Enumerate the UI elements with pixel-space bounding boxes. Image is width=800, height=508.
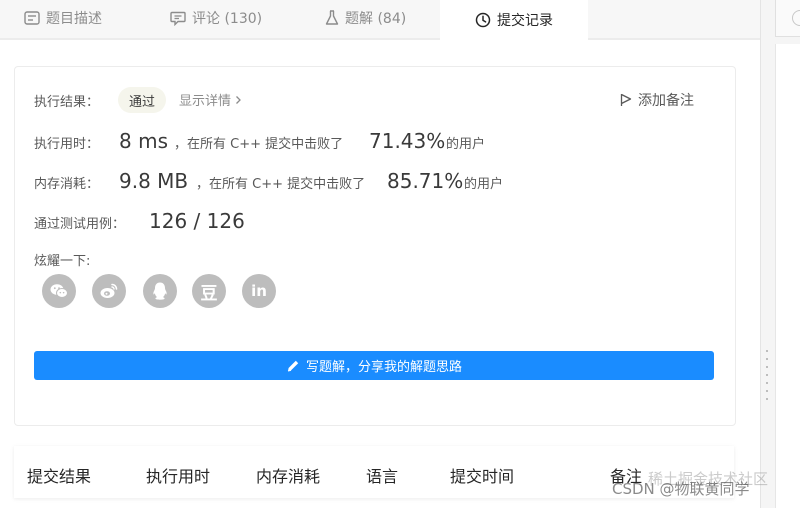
tab-label: 提交记录 <box>497 13 553 29</box>
add-note-button[interactable]: 添加备注 <box>620 90 694 110</box>
tab-solutions[interactable]: 题解 (84) <box>325 0 406 36</box>
write-solution-button[interactable]: 写题解，分享我的解题思路 <box>34 351 714 380</box>
tab-label: 题解 (84) <box>345 11 407 27</box>
runtime-suffix: 的用户 <box>446 137 486 152</box>
linkedin-icon[interactable]: in <box>242 274 276 308</box>
runtime-label: 执行用时： <box>34 137 100 152</box>
chevron-right-icon <box>236 95 241 104</box>
runtime-description: ，在所有 C++ 提交中击败了 <box>174 137 344 152</box>
flask-icon <box>325 10 339 25</box>
runtime-value: 8 ms <box>119 129 168 153</box>
write-solution-label: 写题解，分享我的解题思路 <box>305 360 462 375</box>
side-panel <box>760 0 800 508</box>
tab-comments[interactable]: 评论 (130) <box>170 0 262 36</box>
tests-label: 通过测试用例： <box>34 217 126 232</box>
douban-glyph: 豆 <box>200 283 218 304</box>
wechat-icon[interactable] <box>42 274 76 308</box>
linkedin-glyph: in <box>251 282 267 300</box>
watermark-line2: CSDN @物联黄同学 <box>612 480 750 498</box>
details-link[interactable]: 显示详情 <box>179 90 242 109</box>
details-label: 显示详情 <box>179 94 232 109</box>
tab-description[interactable]: 题目描述 <box>24 0 102 36</box>
memory-percent: 85.71% <box>387 169 464 193</box>
flag-icon <box>620 93 632 106</box>
douban-icon[interactable]: 豆 <box>192 274 226 308</box>
pencil-icon <box>287 360 299 371</box>
weibo-icon[interactable] <box>92 274 126 308</box>
info-icon <box>792 10 800 26</box>
tab-label: 题目描述 <box>46 11 102 27</box>
tab-label: 评论 (130) <box>192 11 263 27</box>
col-header-language[interactable]: 语言 <box>366 463 398 487</box>
resize-handle[interactable] <box>766 350 768 400</box>
add-note-label: 添加备注 <box>638 93 694 109</box>
qq-icon[interactable] <box>143 274 177 308</box>
col-header-time[interactable]: 提交时间 <box>450 463 514 487</box>
tab-bar: 题目描述 评论 (130) 题解 (84) 提交记录 <box>0 0 760 40</box>
col-header-memory[interactable]: 内存消耗 <box>256 463 320 487</box>
share-label: 炫耀一下: <box>34 254 91 269</box>
comment-icon <box>170 11 186 26</box>
status-label: 执行结果： <box>34 95 100 110</box>
side-panel-tab[interactable] <box>775 0 800 37</box>
tab-submissions[interactable]: 提交记录 <box>440 0 588 40</box>
memory-label: 内存消耗： <box>34 177 100 192</box>
tests-value: 126 / 126 <box>149 209 245 233</box>
memory-description: ，在所有 C++ 提交中击败了 <box>196 177 366 192</box>
status-badge: 通过 <box>118 87 167 113</box>
memory-value: 9.8 MB <box>119 169 189 193</box>
runtime-percent: 71.43% <box>369 129 446 153</box>
clock-icon <box>475 12 491 28</box>
side-panel-body <box>775 44 800 508</box>
col-header-result[interactable]: 提交结果 <box>27 463 91 487</box>
memory-suffix: 的用户 <box>464 177 504 192</box>
description-icon <box>24 11 40 25</box>
col-header-runtime[interactable]: 执行用时 <box>146 463 210 487</box>
